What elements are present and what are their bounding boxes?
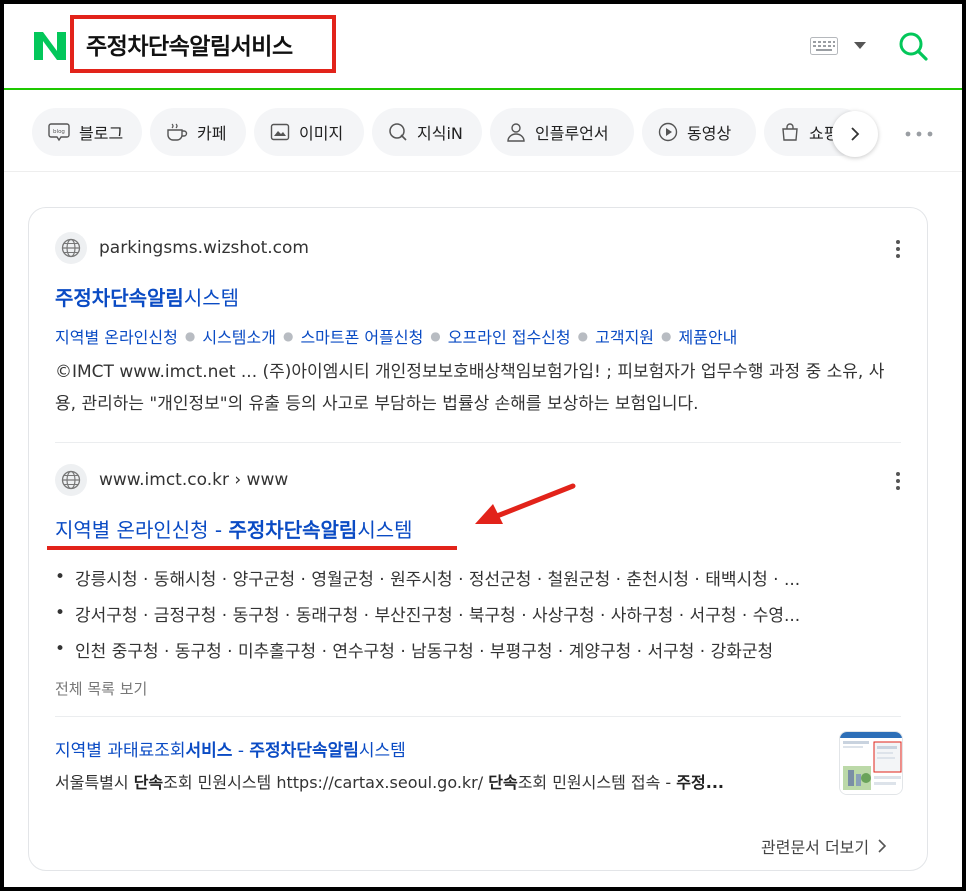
divider — [55, 442, 901, 443]
sitelink[interactable]: 제품안내 — [679, 324, 738, 348]
keyboard-icon[interactable] — [810, 37, 838, 55]
separator-dot: ● — [577, 329, 589, 343]
result-thumbnail[interactable] — [839, 731, 903, 795]
desc-text: 조회 민원시스템 https://cartax.seoul.go.kr/ — [163, 773, 489, 792]
separator-dot: ● — [661, 329, 672, 343]
tab-label: 지식iN — [417, 124, 463, 143]
sub-title-keyword: 서비스 — [185, 741, 233, 761]
person-icon — [507, 123, 525, 142]
title-keyword: 주정차단속알림 — [228, 518, 358, 542]
title-suffix: 시스템 — [183, 286, 240, 310]
more-docs-label: 관련문서 더보기 — [761, 838, 870, 857]
svg-text:blog: blog — [53, 129, 65, 135]
site-url: www.imct.co.kr › www — [99, 470, 289, 490]
more-dots-icon[interactable] — [904, 130, 934, 138]
site-info[interactable]: www.imct.co.kr › www — [55, 464, 288, 496]
blog-icon: blog — [48, 123, 70, 142]
desc-text: 서울특별시 — [55, 773, 134, 792]
tab-influencer[interactable]: 인플루언서 — [490, 108, 634, 156]
title-suffix: 시스템 — [357, 518, 413, 542]
sub-result-description: 서울특별시 단속조회 민원시스템 https://cartax.seoul.go… — [55, 769, 724, 793]
sitelink[interactable]: 시스템소개 — [202, 324, 276, 348]
header: 주정차단속알림서비스 — [4, 4, 962, 90]
tab-label: 블로그 — [79, 124, 124, 143]
globe-icon — [55, 464, 87, 496]
tab-images[interactable]: 이미지 — [254, 108, 364, 156]
play-icon — [658, 122, 678, 142]
separator-dot: ● — [282, 329, 294, 343]
bullet-list: 강릉시청 · 동해시청 · 양구군청 · 영월군청 · 원주시청 · 정선군청 … — [55, 559, 891, 667]
tab-label: 동영상 — [687, 124, 732, 143]
tab-kin[interactable]: 지식iN — [372, 108, 482, 156]
sitelink[interactable]: 지역별 온라인신청 — [55, 324, 178, 348]
view-all-link[interactable]: 전체 목록 보기 — [55, 678, 147, 699]
tabs-next-button[interactable] — [832, 111, 878, 157]
result-description: ©IMCT www.imct.net ... (주)아이엠시티 개인정보보호배상… — [55, 362, 885, 414]
tab-label: 카페 — [197, 124, 227, 143]
sub-result-title-link[interactable]: 지역별 과태료조회서비스 - 주정차단속알림시스템 — [55, 736, 406, 761]
desc-keyword: 주정... — [676, 773, 724, 792]
sub-title-keyword: 주정차단속알림 — [249, 741, 359, 761]
annotation-underline — [47, 546, 457, 550]
sub-title-separator: - — [232, 741, 250, 761]
tab-blog[interactable]: blog 블로그 — [32, 108, 142, 156]
chevron-right-icon — [851, 127, 860, 141]
more-options-icon[interactable] — [895, 238, 901, 260]
tab-label: 이미지 — [299, 124, 344, 143]
search-icon[interactable] — [897, 30, 929, 62]
sitelink[interactable]: 오프라인 접수신청 — [448, 324, 571, 348]
tab-label: 인플루언서 — [535, 124, 609, 143]
sitelink[interactable]: 고객지원 — [595, 324, 654, 348]
title-keyword: 주정차단속알림 — [55, 286, 184, 310]
desc-keyword: 단속 — [133, 773, 164, 792]
annotation-arrow-icon — [475, 483, 576, 524]
search-query: 주정차단속알림서비스 — [86, 34, 293, 60]
dropdown-arrow-icon[interactable] — [854, 42, 866, 50]
tab-cafe[interactable]: 카페 — [150, 108, 246, 156]
separator-dot: ● — [184, 329, 196, 343]
globe-icon — [55, 232, 87, 264]
divider — [55, 716, 901, 717]
list-item[interactable]: 인천 중구청 · 동구청 · 미추홀구청 · 연수구청 · 남동구청 · 부평구… — [55, 631, 891, 667]
tab-video[interactable]: 동영상 — [642, 108, 756, 156]
separator-dot: ● — [430, 329, 441, 343]
sitelink[interactable]: 스마트폰 어플신청 — [300, 324, 423, 348]
desc-text: 조회 민원시스템 접속 - — [517, 773, 677, 792]
desc-keyword: 단속 — [488, 773, 518, 792]
search-input[interactable]: 주정차단속알림서비스 — [70, 15, 336, 73]
chevron-right-icon — [878, 839, 887, 853]
image-icon — [270, 123, 290, 141]
site-info[interactable]: parkingsms.wizshot.com — [55, 232, 309, 264]
cafe-cup-icon — [167, 123, 188, 141]
sub-title-suffix: 시스템 — [358, 741, 406, 761]
result-card: parkingsms.wizshot.com 주정차단속알림시스템 지역별 온라… — [28, 207, 928, 871]
title-prefix: 지역별 온라인신청 - — [55, 518, 229, 542]
result-title-link[interactable]: 지역별 온라인신청 - 주정차단속알림시스템 — [55, 514, 413, 543]
sitelinks: 지역별 온라인신청 ● 시스템소개 ● 스마트폰 어플신청 ● 오프라인 접수신청 ● … — [55, 324, 737, 348]
search-tabs: blog 블로그 카페 이미지 지식iN 인플루언서 동영상 쇼핑 — [4, 92, 962, 172]
sub-title-prefix: 지역별 과태료조회 — [55, 741, 186, 761]
list-item[interactable]: 강릉시청 · 동해시청 · 양구군청 · 영월군청 · 원주시청 · 정선군청 … — [55, 559, 891, 595]
naver-logo-icon[interactable] — [30, 26, 70, 66]
knowledge-q-icon — [389, 123, 407, 141]
search-page: 주정차단속알림서비스 blog 블로그 카페 이미지 지식iN 인플루언서 동영… — [4, 4, 962, 887]
result-title-link[interactable]: 주정차단속알림시스템 — [55, 282, 239, 311]
shopping-bag-icon — [782, 123, 798, 141]
more-options-icon[interactable] — [895, 470, 901, 492]
related-docs-more-link[interactable]: 관련문서 더보기 — [761, 834, 889, 858]
thumbnail-image — [840, 732, 902, 794]
list-item[interactable]: 강서구청 · 금정구청 · 동구청 · 동래구청 · 부산진구청 · 북구청 ·… — [55, 595, 891, 631]
site-url: parkingsms.wizshot.com — [99, 238, 309, 258]
